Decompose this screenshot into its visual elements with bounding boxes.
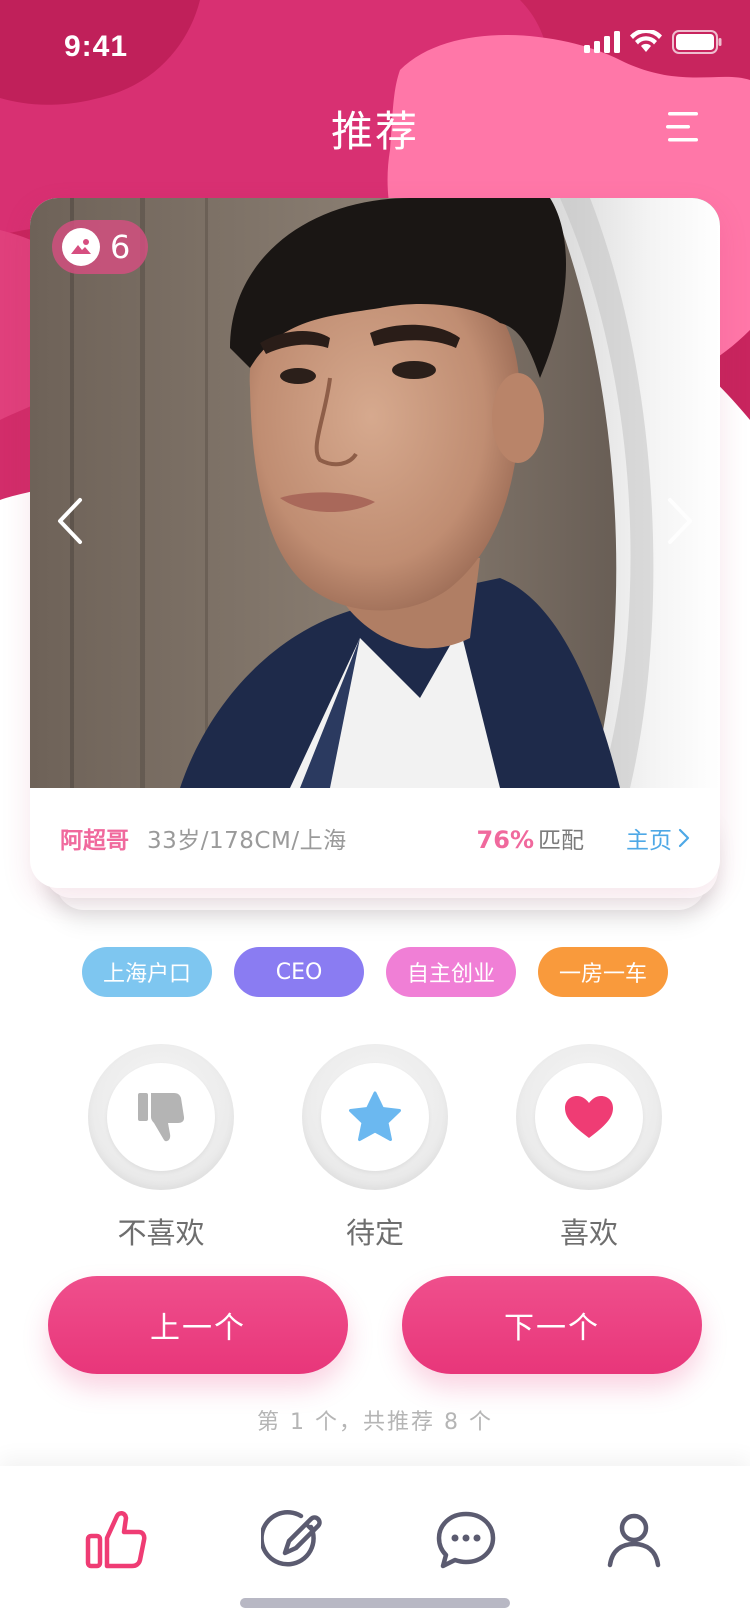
- profile-info-row: 阿超哥 33岁/178CM/上海 76% 匹配 主页: [30, 788, 720, 888]
- match-percent: 76%: [476, 826, 534, 854]
- like-button[interactable]: 喜欢: [516, 1044, 662, 1252]
- dislike-ring: [88, 1044, 234, 1190]
- tab-bar: [0, 1466, 750, 1624]
- thumbs-down-icon: [138, 1093, 185, 1142]
- chevron-right-icon: [678, 828, 690, 848]
- tag: 上海户口: [82, 947, 212, 997]
- like-label: 喜欢: [559, 1216, 618, 1250]
- recommend-screen: 9:41 推荐 6 阿超哥 33岁/178CM/上海 76% 匹配 主页 上海户…: [0, 0, 750, 1624]
- tab-edit[interactable]: [252, 1500, 332, 1580]
- homepage-link-label: 主页: [626, 828, 672, 854]
- pending-ring: [302, 1044, 448, 1190]
- star-icon: [349, 1091, 401, 1141]
- status-bar: 9:41: [0, 0, 750, 96]
- profile-card[interactable]: 6 阿超哥 33岁/178CM/上海 76% 匹配 主页: [30, 198, 720, 888]
- battery-icon: [672, 30, 722, 54]
- tag: 自主创业: [386, 947, 516, 997]
- status-time: 9:41: [64, 30, 129, 63]
- match-score: 76% 匹配: [477, 821, 584, 855]
- profile-name: 阿超哥: [60, 828, 129, 854]
- profile-icon: [607, 1513, 661, 1568]
- match-label: 匹配: [538, 828, 584, 854]
- tag: 一房一车: [538, 947, 668, 997]
- previous-button[interactable]: 上一个: [48, 1276, 348, 1374]
- recommendation-counter: 第 1 个，共推荐 8 个: [257, 1410, 493, 1435]
- pending-label: 待定: [345, 1216, 404, 1250]
- photo-count-badge[interactable]: 6: [52, 220, 149, 274]
- dislike-inner: [107, 1063, 215, 1171]
- chat-icon: [436, 1511, 496, 1569]
- wifi-icon: [630, 30, 662, 52]
- chevron-left-icon: [58, 498, 82, 544]
- dislike-label: 不喜欢: [117, 1216, 205, 1250]
- chevron-right-icon: [668, 498, 692, 544]
- status-icons: [584, 30, 722, 54]
- thumbs-up-icon: [85, 1511, 147, 1569]
- next-photo-arrow[interactable]: [660, 496, 700, 546]
- photo-count: 6: [110, 228, 131, 266]
- menu-icon: [666, 112, 698, 142]
- edit-icon: [261, 1510, 322, 1567]
- page-title: 推荐: [330, 107, 419, 156]
- homepage-link[interactable]: 主页: [626, 821, 690, 855]
- next-button[interactable]: 下一个: [402, 1276, 702, 1374]
- tab-messages[interactable]: [426, 1500, 506, 1580]
- action-buttons: 不喜欢 待定 喜欢: [0, 1044, 750, 1250]
- menu-button[interactable]: [662, 110, 702, 144]
- signal-icon: [584, 31, 620, 53]
- image-icon: [62, 228, 100, 266]
- dislike-button[interactable]: 不喜欢: [88, 1044, 234, 1252]
- like-inner: [535, 1063, 643, 1171]
- profile-details: 33岁/178CM/上海: [147, 828, 347, 854]
- navigation-buttons: 上一个 下一个: [0, 1276, 750, 1376]
- tag: CEO: [234, 947, 364, 997]
- like-ring: [516, 1044, 662, 1190]
- tab-recommend[interactable]: [76, 1500, 156, 1580]
- previous-photo-arrow[interactable]: [50, 496, 90, 546]
- portrait-image: [30, 198, 720, 788]
- heart-icon: [565, 1096, 613, 1138]
- pending-inner: [321, 1063, 429, 1171]
- tag-list: 上海户口 CEO 自主创业 一房一车: [0, 947, 750, 997]
- tab-profile[interactable]: [594, 1500, 674, 1580]
- profile-photo[interactable]: [30, 198, 720, 788]
- pending-button[interactable]: 待定: [302, 1044, 448, 1252]
- home-indicator[interactable]: [240, 1598, 510, 1608]
